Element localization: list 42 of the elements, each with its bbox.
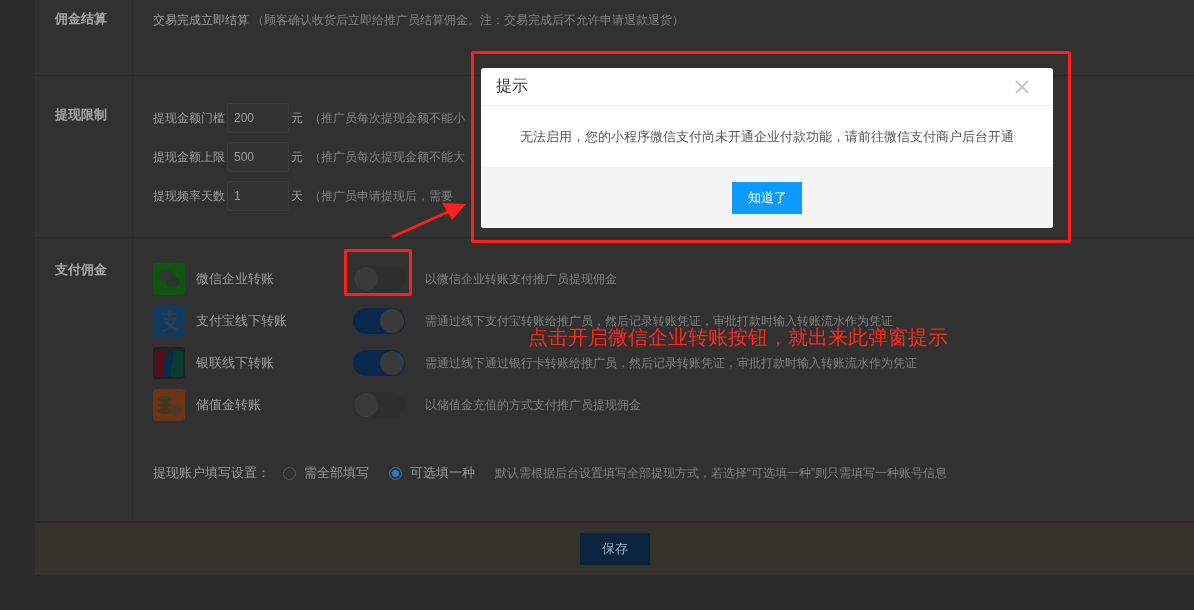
hint-text: （推广员每次提现金额不能小 <box>309 109 465 127</box>
payment-symbol-icon <box>153 305 185 337</box>
save-button[interactable]: 保存 <box>579 533 650 565</box>
input-field[interactable]: 500 <box>227 142 289 172</box>
section-label: 支付佣金 <box>54 261 108 279</box>
method-description: 以储值金充值的方式支付推广员提现佣金 <box>425 398 641 412</box>
chat-bubbles-icon <box>153 263 185 295</box>
dialog-message: 无法启用，您的小程序微信支付尚未开通企业付款功能，请前往微信支付商户后台开通 <box>520 127 1014 146</box>
hint-text: （推广员每次提现金额不能大 <box>309 148 465 166</box>
field-label: 提现金额上限 <box>153 148 225 166</box>
option-label: 交易完成立即结算 <box>153 13 249 27</box>
toggle-switch[interactable] <box>353 308 405 334</box>
method-name: 支付宝线下转账 <box>196 314 288 328</box>
dialog-title: 提示 <box>496 76 528 96</box>
input-field[interactable]: 1 <box>227 181 289 211</box>
confirm-button[interactable]: 知道了 <box>732 181 802 214</box>
annotation-text: 点击开启微信企业转账按钮，就出来此弹窗提示 <box>528 327 948 347</box>
unit-label: 天 <box>291 187 303 205</box>
field-label: 提现金额门槛 <box>153 109 225 127</box>
method-description: 需通过线下通过银行卡转账给推广员，然后记录转账凭证，审批打款时输入转账流水作为凭证 <box>425 356 917 370</box>
method-description: 需通过线下支付宝转账给推广员，然后记录转账凭证，审批打款时输入转账流水作为凭证 <box>425 314 893 328</box>
close-icon[interactable] <box>1015 79 1029 94</box>
radio-option[interactable]: 可选填一种 <box>389 464 475 482</box>
setting-label: 提现账户填写设置： <box>153 464 271 482</box>
method-name: 储值金转账 <box>196 398 262 412</box>
method-name: 银联线下转账 <box>196 356 275 370</box>
hint-text: （顾客确认收货后立即给推广员结算佣金。注：交易完成后不允许申请退款退货） <box>252 13 685 27</box>
unit-label: 元 <box>291 109 303 127</box>
method-name: 微信企业转账 <box>196 272 275 286</box>
bank-card-icon <box>153 347 185 379</box>
unit-label: 元 <box>291 148 303 166</box>
field-label: 提现频率天数 <box>153 187 225 205</box>
input-field[interactable]: 200 <box>227 103 289 133</box>
section-label: 提现限制 <box>54 106 108 124</box>
radio-option[interactable]: 需全部填写 <box>283 464 369 482</box>
toggle-switch[interactable] <box>353 350 405 376</box>
method-description: 以微信企业转账支付推广员提现佣金 <box>425 272 617 286</box>
hint-text: （推广员申请提现后，需要 <box>309 187 453 205</box>
hint-text: 默认需根据后台设置填写全部提现方式，若选择“可选填一种”则只需填写一种账号信息 <box>495 464 947 482</box>
highlight-frame <box>344 249 412 296</box>
section-label: 佣金结算 <box>53 10 108 28</box>
coins-icon <box>153 389 185 421</box>
